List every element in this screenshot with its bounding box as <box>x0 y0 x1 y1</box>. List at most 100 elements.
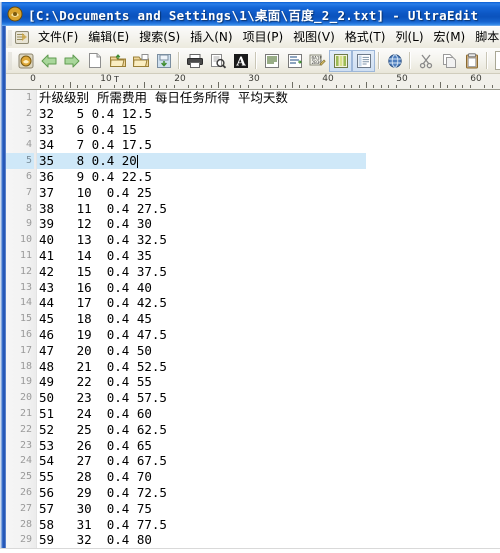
column-mode-icon[interactable] <box>329 49 352 72</box>
ruler-tick <box>144 82 145 88</box>
cut-scissors-icon[interactable] <box>414 50 437 72</box>
menu-drag-grip[interactable] <box>8 29 12 46</box>
line-number: 5 <box>6 153 34 169</box>
ruler-tick <box>484 85 486 88</box>
code-line[interactable]: 24 54 27 0.4 67.5 <box>6 453 500 469</box>
line-number: 7 <box>25 186 32 198</box>
back-arrow-icon[interactable] <box>37 50 60 72</box>
ruler: 0 10 20 30 40 50 60 T <box>6 74 500 90</box>
line-number: 27 <box>19 502 32 514</box>
code-line[interactable]: 3 33 6 0.4 15 <box>6 122 500 138</box>
menu-item-view[interactable]: 视图(V) <box>288 28 340 47</box>
ruler-tick <box>55 85 57 88</box>
code-line[interactable]: 11 41 14 0.4 35 <box>6 248 500 264</box>
code-line[interactable]: 20 50 23 0.4 57.5 <box>6 390 500 406</box>
code-line[interactable]: 26 56 29 0.4 72.5 <box>6 485 500 501</box>
line-number: 13 <box>19 281 32 293</box>
print-icon[interactable] <box>183 50 206 72</box>
code-line[interactable]: 29 59 32 0.4 80 <box>6 532 500 548</box>
title-bar[interactable]: [C:\Documents and Settings\1\桌面\百度_2_2.t… <box>2 2 500 26</box>
line-text: 37 10 0.4 25 <box>39 184 152 200</box>
code-line[interactable]: 14 44 17 0.4 42.5 <box>6 295 500 311</box>
document-icon[interactable] <box>13 30 30 46</box>
code-line[interactable]: 5 35 8 0.4 20 <box>6 153 500 169</box>
word-wrap-icon[interactable] <box>260 50 283 72</box>
menu-item-insert[interactable]: 插入(N) <box>185 28 237 47</box>
new-file-icon[interactable] <box>83 50 106 72</box>
line-number: 19 <box>19 376 32 388</box>
line-text: 57 30 0.4 75 <box>39 500 152 516</box>
hex-edit-icon[interactable]: 0A1F 2B3C <box>306 50 329 72</box>
code-line[interactable]: 28 58 31 0.4 77.5 <box>6 517 500 533</box>
line-number: 29 <box>19 534 32 546</box>
copy-icon[interactable] <box>437 50 460 72</box>
line-text: 32 5 0.4 12.5 <box>39 105 152 121</box>
line-number: 26 <box>19 487 32 498</box>
menu-item-script[interactable]: 脚本(I) <box>470 28 500 47</box>
toolbar-combo[interactable] <box>495 51 500 70</box>
forward-arrow-icon[interactable] <box>60 50 83 72</box>
code-line[interactable]: 15 45 18 0.4 45 <box>6 311 500 327</box>
ruler-tick <box>388 85 390 88</box>
ruler-tick <box>358 85 360 88</box>
code-line[interactable]: 4 34 7 0.4 17.5 <box>6 137 500 153</box>
code-line[interactable]: 13 43 16 0.4 40 <box>6 280 500 296</box>
line-numbers-icon[interactable] <box>283 50 306 72</box>
code-line[interactable]: 6 36 9 0.4 22.5 <box>6 169 500 185</box>
line-text: 41 14 0.4 35 <box>39 248 152 263</box>
ruler-tick <box>299 85 301 88</box>
toolbar: A 0A1F 2B3C <box>6 48 500 74</box>
ruler-number-0: 0 <box>30 74 36 84</box>
font-a-icon[interactable]: A <box>229 50 252 72</box>
ultraedit-logo-icon[interactable] <box>14 50 37 72</box>
line-text: 42 15 0.4 37.5 <box>39 263 167 279</box>
menu-item-macro[interactable]: 宏(M) <box>429 28 471 47</box>
ruler-number-30: 30 <box>248 74 260 84</box>
ruler-tick <box>84 85 86 88</box>
code-line[interactable]: 17 47 20 0.4 50 <box>6 343 500 359</box>
menu-item-search[interactable]: 搜索(S) <box>134 28 185 47</box>
open-folder-alt-icon[interactable] <box>129 50 152 72</box>
menu-item-edit[interactable]: 编辑(E) <box>83 28 134 47</box>
ruler-tick <box>247 85 249 88</box>
open-folder-icon[interactable] <box>106 50 129 72</box>
menu-item-file[interactable]: 文件(F) <box>33 28 83 47</box>
ruler-tick <box>454 85 456 88</box>
line-number: 9 <box>25 218 32 230</box>
ruler-tick <box>440 82 441 88</box>
line-number: 8 <box>25 202 32 214</box>
code-line[interactable]: 22 52 25 0.4 62.5 <box>6 422 500 438</box>
code-line[interactable]: 19 49 22 0.4 55 <box>6 374 500 390</box>
code-line[interactable]: 16 46 19 0.4 47.5 <box>6 327 500 343</box>
text-caret <box>136 154 138 168</box>
code-line[interactable]: 23 53 26 0.4 65 <box>6 438 500 454</box>
print-preview-icon[interactable] <box>206 50 229 72</box>
code-line[interactable]: 8 38 11 0.4 27.5 <box>6 201 500 217</box>
toolbar-drag-grip[interactable] <box>8 51 12 70</box>
line-number: 4 <box>25 139 32 151</box>
save-icon[interactable] <box>152 50 175 72</box>
menu-item-format[interactable]: 格式(T) <box>340 28 391 47</box>
code-line[interactable]: 12 42 15 0.4 37.5 <box>6 264 500 280</box>
ruler-tick <box>321 85 323 88</box>
paste-clipboard-icon[interactable] <box>460 50 483 72</box>
code-line[interactable]: 7 37 10 0.4 25 <box>6 185 500 201</box>
menu-item-column[interactable]: 列(L) <box>390 28 428 47</box>
code-line[interactable]: 25 55 28 0.4 70 <box>6 469 500 485</box>
line-number: 12 <box>19 265 32 277</box>
ruler-tick <box>366 82 367 88</box>
code-line[interactable]: 18 48 21 0.4 52.5 <box>6 359 500 375</box>
editor-text-area[interactable]: 1 升级级别 所需费用 每日任务所得 平均天数 2 32 5 0.4 12.5 3 3… <box>6 90 500 553</box>
ruler-tick <box>188 85 190 88</box>
code-line-header[interactable]: 1 升级级别 所需费用 每日任务所得 平均天数 <box>6 90 500 106</box>
menu-item-project[interactable]: 项目(P) <box>238 28 289 47</box>
code-line[interactable]: 10 40 13 0.4 32.5 <box>6 232 500 248</box>
code-line[interactable]: 2 32 5 0.4 12.5 <box>6 106 500 122</box>
ruler-tick <box>92 85 94 88</box>
code-line[interactable]: 9 39 12 0.4 30 <box>6 216 500 232</box>
tab-stop-marker[interactable]: T <box>114 75 119 84</box>
code-line[interactable]: 21 51 24 0.4 60 <box>6 406 500 422</box>
browser-globe-icon[interactable] <box>383 50 406 72</box>
code-line[interactable]: 27 57 30 0.4 75 <box>6 501 500 517</box>
file-tree-icon[interactable] <box>352 49 375 72</box>
